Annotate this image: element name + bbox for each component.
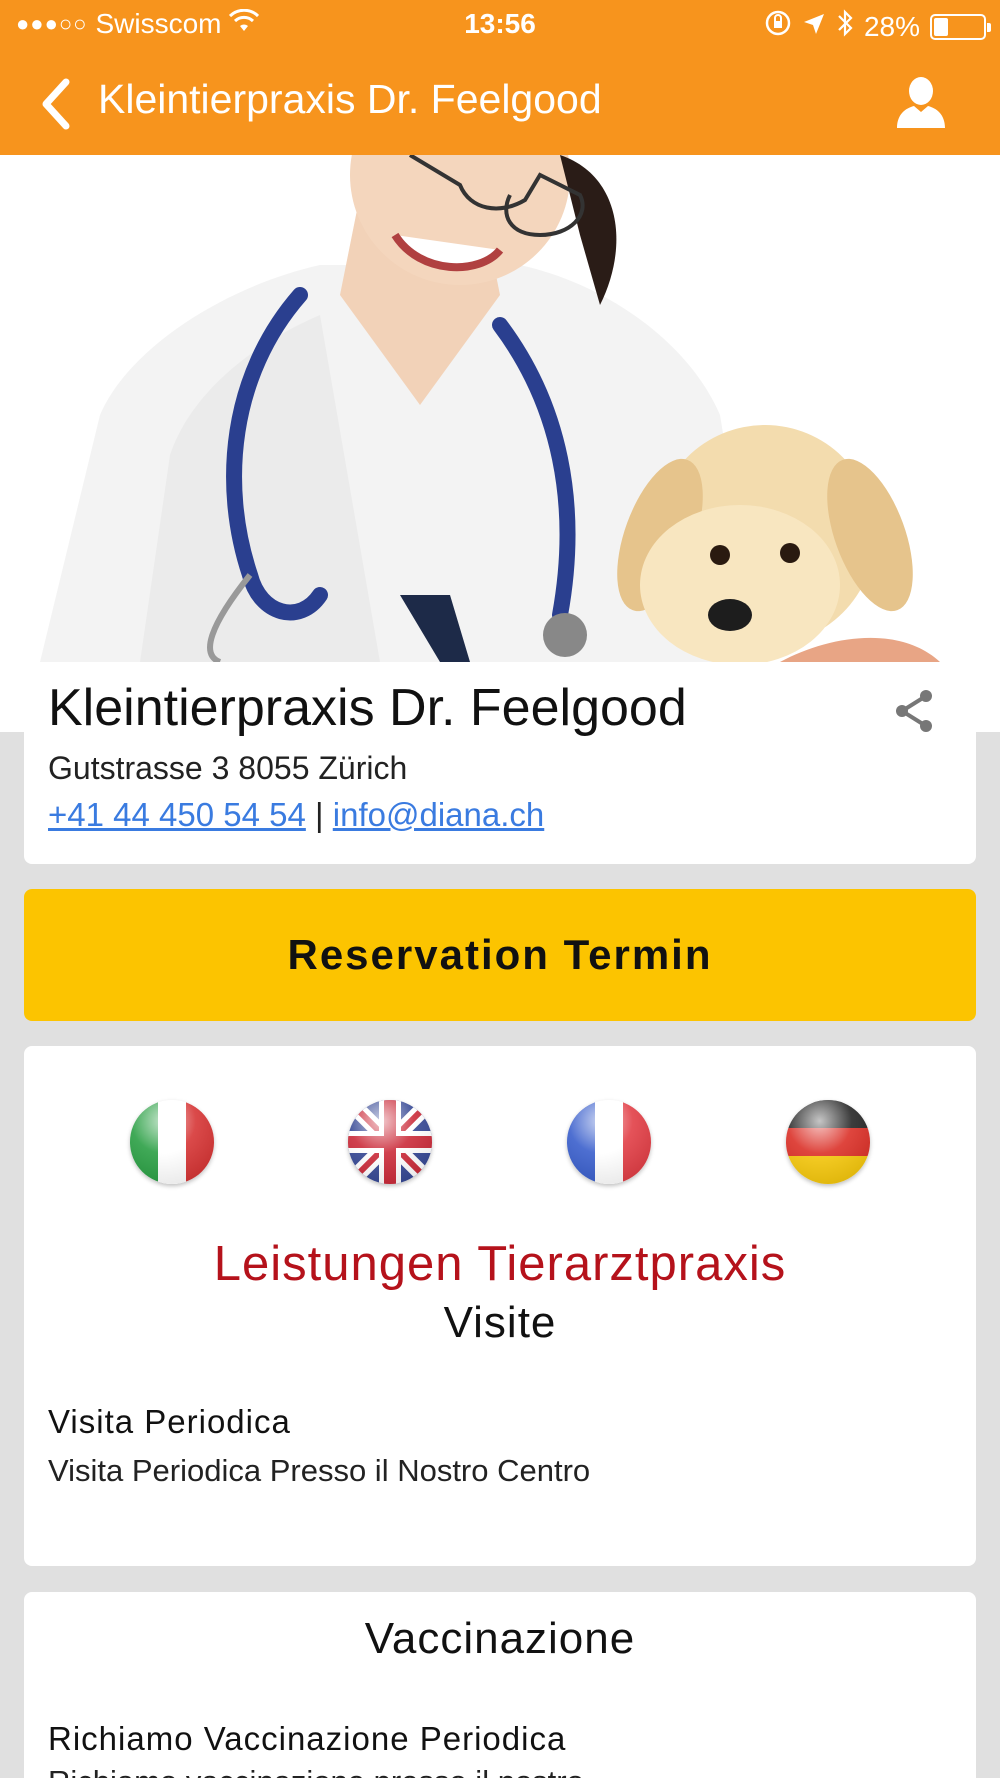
vaccination-title: Vaccinazione bbox=[364, 1614, 636, 1663]
italian-flag-button[interactable] bbox=[130, 1100, 214, 1184]
clinic-name: Kleintierpraxis Dr. Feelgood bbox=[48, 679, 687, 737]
email-link[interactable]: info@diana.ch bbox=[333, 796, 544, 833]
battery-icon bbox=[930, 13, 991, 40]
orientation-lock-icon bbox=[764, 9, 792, 44]
contact-separator: | bbox=[315, 796, 324, 833]
hero-image bbox=[0, 155, 1000, 662]
page-title: Kleintierpraxis Dr. Feelgood bbox=[98, 76, 602, 122]
service-item-title: Visita Periodica bbox=[48, 1403, 291, 1440]
location-icon bbox=[802, 11, 826, 43]
vet-with-puppy-image bbox=[0, 155, 1000, 662]
chevron-left-icon bbox=[42, 78, 70, 130]
back-button[interactable] bbox=[30, 74, 80, 134]
bluetooth-icon bbox=[836, 8, 854, 45]
clinic-address: Gutstrasse 3 8055 Zürich bbox=[48, 750, 408, 786]
profile-button[interactable] bbox=[894, 74, 948, 130]
share-button[interactable] bbox=[890, 686, 940, 736]
services-title: Leistungen Tierarztpraxis bbox=[213, 1237, 787, 1291]
navigation-bar: Kleintierpraxis Dr. Feelgood bbox=[0, 52, 1000, 155]
app-header: ●●●○○ Swisscom 13:56 28% Kleintierpraxis… bbox=[0, 0, 1000, 155]
services-category: Visite bbox=[443, 1298, 557, 1347]
user-icon bbox=[897, 77, 945, 128]
phone-link[interactable]: +41 44 450 54 54 bbox=[48, 796, 306, 833]
vaccination-item-description: Richiamo vaccinazione presso il nostro bbox=[48, 1764, 584, 1778]
german-flag-button[interactable] bbox=[786, 1100, 870, 1184]
clinic-contact: +41 44 450 54 54 | info@diana.ch bbox=[48, 796, 544, 834]
reservation-button[interactable]: Reservation Termin bbox=[24, 889, 976, 1021]
vaccination-item-title: Richiamo Vaccinazione Periodica bbox=[48, 1720, 567, 1757]
status-bar: ●●●○○ Swisscom 13:56 28% bbox=[0, 0, 1000, 52]
share-icon bbox=[896, 690, 932, 732]
french-flag-button[interactable] bbox=[567, 1100, 651, 1184]
english-flag-button[interactable] bbox=[348, 1100, 432, 1184]
battery-percent: 28% bbox=[863, 10, 920, 42]
service-item-description: Visita Periodica Presso il Nostro Centro bbox=[48, 1453, 591, 1488]
